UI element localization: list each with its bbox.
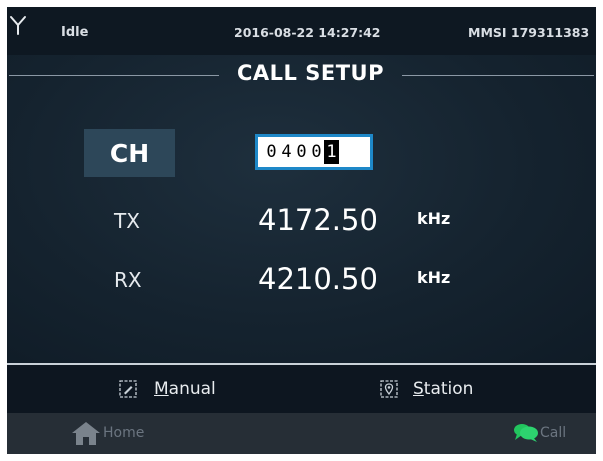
- channel-digit[interactable]: 0: [309, 140, 324, 164]
- page-title: CALL SETUP: [237, 61, 384, 85]
- station-button-label: Station: [413, 379, 474, 399]
- call-button[interactable]: Call: [512, 421, 566, 445]
- radio-state: Idle: [61, 25, 89, 40]
- channel-digit[interactable]: 0: [294, 140, 309, 164]
- title-row: CALL SETUP: [7, 55, 596, 95]
- chat-bubbles-icon: [514, 424, 538, 442]
- rx-unit: kHz: [417, 268, 451, 287]
- status-datetime: 2016-08-22 14:27:42: [234, 25, 381, 40]
- rx-label: RX: [114, 268, 142, 292]
- tx-frequency-value: 4172.50: [258, 203, 378, 237]
- call-label: Call: [540, 425, 567, 441]
- channel-digit[interactable]: 4: [279, 140, 294, 164]
- mmsi-number: MMSI 179311383: [468, 25, 590, 40]
- tx-unit: kHz: [417, 209, 451, 228]
- manual-button[interactable]: Manual: [118, 365, 216, 413]
- title-divider-right: [402, 75, 594, 76]
- channel-label: CH: [84, 129, 175, 177]
- home-label: Home: [103, 425, 145, 441]
- channel-digit[interactable]: 0: [264, 140, 279, 164]
- action-bar: Manual Station: [7, 365, 596, 413]
- navigation-bar: Home Call: [7, 413, 596, 454]
- manual-button-label: Manual: [154, 379, 216, 399]
- radio-screen: Idle 2016-08-22 14:27:42 MMSI 179311383 …: [7, 7, 596, 454]
- channel-digit-cursor[interactable]: 1: [324, 140, 339, 164]
- home-button[interactable]: Home: [69, 419, 144, 447]
- tx-label: TX: [114, 209, 140, 233]
- antenna-icon: [10, 16, 26, 35]
- station-button[interactable]: Station: [379, 365, 473, 413]
- call-setup-panel: CALL SETUP CH 0 4 0 0 1 TX 4172.50 kHz R…: [7, 55, 596, 363]
- edit-icon: [119, 380, 137, 398]
- location-pin-icon: [380, 380, 398, 398]
- rx-frequency-value: 4210.50: [258, 262, 378, 296]
- title-divider-left: [9, 75, 219, 76]
- status-bar: Idle 2016-08-22 14:27:42 MMSI 179311383: [7, 7, 596, 55]
- home-icon: [72, 422, 100, 445]
- channel-input[interactable]: 0 4 0 0 1: [255, 134, 373, 170]
